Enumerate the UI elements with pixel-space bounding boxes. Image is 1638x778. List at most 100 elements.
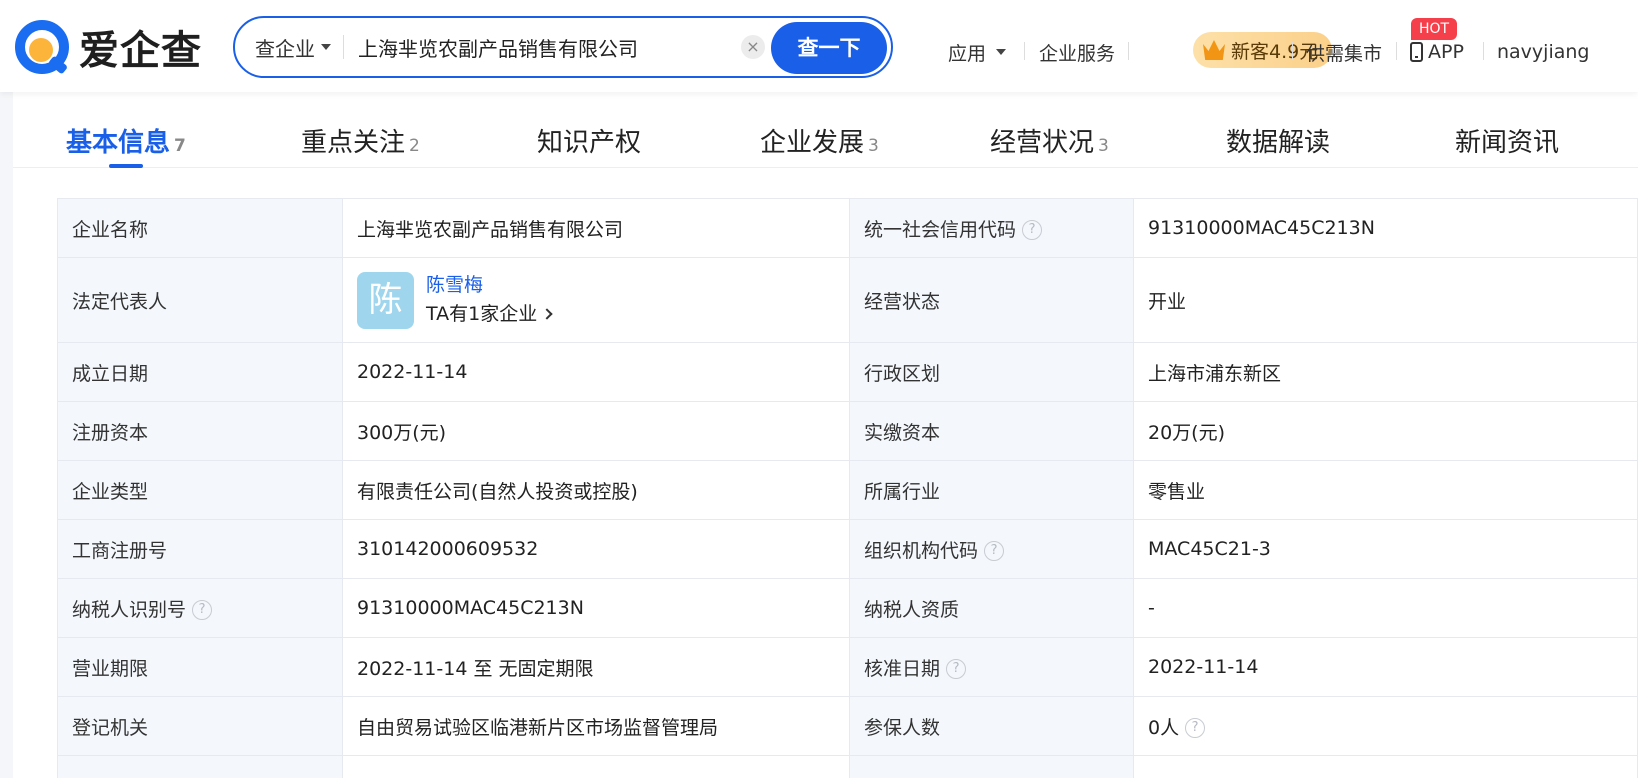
field-label: 核准日期 (864, 657, 941, 680)
insured-cell: 0人? (1133, 696, 1638, 756)
chevron-right-icon (541, 308, 553, 320)
phone-icon (1410, 42, 1423, 62)
chevron-down-icon (996, 49, 1007, 55)
company-name-value: 上海芈览农副产品销售有限公司 (342, 198, 850, 258)
field-label: 经营状态 (849, 257, 1134, 343)
tab-count: 3 (1098, 136, 1109, 156)
tab-news[interactable]: 新闻资讯 (1455, 122, 1559, 159)
reg-capital-value: 300万(元) (342, 401, 850, 461)
credit-code-value: 91310000MAC45C213N (1133, 198, 1638, 258)
user-menu[interactable]: navyjiang (1497, 30, 1638, 74)
approval-date-value: 2022-11-14 (1133, 637, 1638, 697)
tab-label: 企业发展 (760, 128, 865, 158)
help-icon[interactable]: ? (984, 541, 1005, 561)
nav-divider (1396, 42, 1397, 60)
field-label-empty (849, 755, 1134, 778)
legal-rep-companies-link[interactable]: TA有1家企业 (426, 299, 553, 329)
search-button[interactable]: 查一下 (771, 22, 887, 74)
top-header: 爱企查 查企业 × 查一下 应用 企业服务 新客4.9元 供需集市 HOT AP… (0, 0, 1638, 92)
tab-intellectual-property[interactable]: 知识产权 (537, 122, 641, 159)
empty-cell (1133, 755, 1638, 778)
logo-icon (13, 18, 71, 76)
nav-apps[interactable]: 应用 (948, 30, 1007, 74)
taxpayer-id-value: 91310000MAC45C213N (342, 578, 850, 638)
tab-label: 知识产权 (537, 128, 642, 158)
table-row: 成立日期 2022-11-14 行政区划 上海市浦东新区 (57, 342, 1638, 402)
table-row: 企业类型 有限责任公司(自然人投资或控股) 所属行业 零售业 (57, 460, 1638, 520)
org-code-value: MAC45C21-3 (1133, 519, 1638, 579)
field-label: 企业名称 (57, 198, 343, 258)
tab-count: 3 (868, 136, 879, 156)
table-row: 登记机关 自由贸易试验区临港新片区市场监督管理局 参保人数 0人? (57, 696, 1638, 756)
logo[interactable]: 爱企查 (13, 18, 202, 76)
tab-key-focus[interactable]: 重点关注 2 (301, 122, 420, 159)
field-label-cell: 核准日期? (849, 637, 1134, 697)
nav-divider (1292, 42, 1293, 60)
nav-enterprise-services[interactable]: 企业服务 (1039, 30, 1115, 74)
nav-divider (1024, 42, 1025, 60)
active-tab-indicator (109, 164, 143, 168)
crown-icon (1203, 40, 1225, 60)
main-panel: 基本信息 7 重点关注 2 知识产权 企业发展 3 经营状况 3 数据解读 新闻资讯 企… (13, 92, 1638, 778)
table-row: 营业期限 2022-11-14 至 无固定期限 核准日期? 2022-11-14 (57, 637, 1638, 697)
nav-divider (1483, 42, 1484, 60)
tab-label: 基本信息 (66, 128, 171, 158)
help-icon[interactable]: ? (946, 659, 967, 679)
empty-cell (342, 755, 850, 778)
tab-data-insights[interactable]: 数据解读 (1226, 122, 1330, 159)
field-label: 注册资本 (57, 401, 343, 461)
nav-supply-market[interactable]: 供需集市 (1306, 30, 1382, 74)
avatar[interactable]: 陈 (357, 271, 414, 329)
field-label: 登记机关 (57, 696, 343, 756)
field-label: 行政区划 (849, 342, 1134, 402)
term-value: 2022-11-14 至 无固定期限 (342, 637, 850, 697)
nav-supply-market-label: 供需集市 (1306, 42, 1383, 65)
tab-count: 7 (174, 136, 186, 156)
nav-divider (1128, 42, 1129, 60)
tab-label: 重点关注 (301, 128, 406, 158)
help-icon[interactable]: ? (1185, 718, 1206, 738)
table-row: 注册资本 300万(元) 实缴资本 20万(元) (57, 401, 1638, 461)
nav-app[interactable]: APP (1410, 30, 1464, 74)
field-label: 企业类型 (57, 460, 343, 520)
insured-value: 0人 (1148, 716, 1180, 739)
status-value: 开业 (1133, 257, 1638, 343)
authority-value: 自由贸易试验区临港新片区市场监督管理局 (342, 696, 850, 756)
search-type-label: 查企业 (255, 36, 315, 61)
company-type-value: 有限责任公司(自然人投资或控股) (342, 460, 850, 520)
divider (343, 35, 344, 59)
founded-value: 2022-11-14 (342, 342, 850, 402)
field-label-cell: 统一社会信用代码? (849, 198, 1134, 258)
help-icon[interactable]: ? (1022, 220, 1043, 240)
reg-number-value: 310142000609532 (342, 519, 850, 579)
username: navyjiang (1497, 41, 1590, 63)
section-tabs: 基本信息 7 重点关注 2 知识产权 企业发展 3 经营状况 3 数据解读 新闻资讯 (13, 92, 1638, 168)
field-label-empty (57, 755, 343, 778)
industry-value: 零售业 (1133, 460, 1638, 520)
tab-operations[interactable]: 经营状况 3 (990, 122, 1109, 159)
search-input[interactable] (358, 35, 718, 59)
tab-label: 数据解读 (1226, 128, 1331, 158)
tab-count: 2 (409, 136, 420, 156)
tab-basic-info[interactable]: 基本信息 7 (66, 122, 186, 159)
legal-rep-name-link[interactable]: 陈雪梅 (426, 271, 551, 299)
field-label-cell: 组织机构代码? (849, 519, 1134, 579)
region-value: 上海市浦东新区 (1133, 342, 1638, 402)
field-label: 组织机构代码 (864, 539, 979, 562)
field-label: 纳税人识别号 (72, 598, 187, 621)
logo-text: 爱企查 (79, 28, 202, 74)
help-icon[interactable]: ? (192, 600, 213, 620)
clear-search-button[interactable]: × (741, 35, 765, 59)
field-label: 工商注册号 (57, 519, 343, 579)
business-info-table: 企业名称 上海芈览农副产品销售有限公司 统一社会信用代码? 91310000MA… (57, 198, 1638, 778)
field-label: 参保人数 (849, 696, 1134, 756)
tab-development[interactable]: 企业发展 3 (760, 122, 879, 159)
paid-capital-value: 20万(元) (1133, 401, 1638, 461)
search-type-dropdown[interactable]: 查企业 (255, 33, 331, 62)
table-row: 法定代表人 陈 陈雪梅 TA有1家企业 经营状态 开业 (57, 257, 1638, 343)
table-row: 纳税人识别号? 91310000MAC45C213N 纳税人资质 - (57, 578, 1638, 638)
nav-enterprise-services-label: 企业服务 (1039, 42, 1116, 65)
field-label-cell: 纳税人识别号? (57, 578, 343, 638)
nav-app-label: APP (1428, 41, 1464, 63)
taxpayer-qual-value: - (1133, 578, 1638, 638)
